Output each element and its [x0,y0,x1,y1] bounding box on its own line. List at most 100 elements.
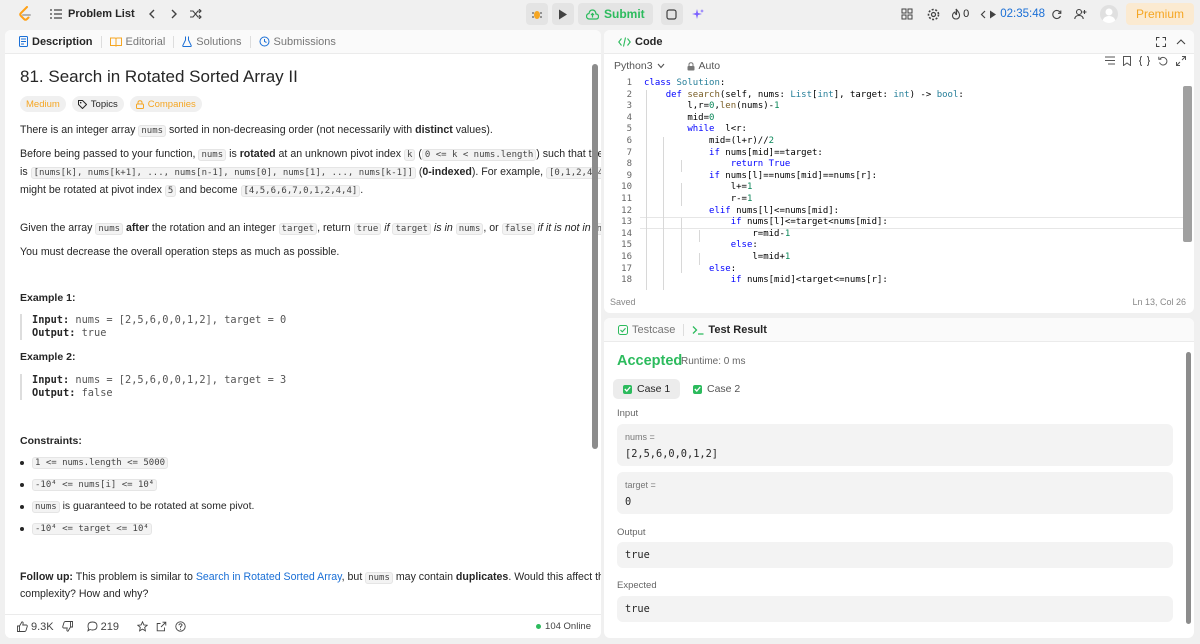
code-line: r=mid-1 [644,228,791,239]
code-line: l=mid+1 [644,252,791,262]
notes-icon[interactable] [660,3,683,25]
result-status: Accepted [617,353,683,369]
line-number: 10 [621,182,632,193]
line-number: 16 [621,252,632,262]
format-icon[interactable] [1105,56,1115,66]
line-number: 15 [621,240,632,251]
tab-test-result[interactable]: Test Result [686,318,772,342]
streak-counter[interactable]: 0 [948,8,972,20]
vertical-scrollbar[interactable] [1183,86,1192,242]
avatar[interactable] [1099,5,1118,23]
case-2-tab[interactable]: Case 2 [683,379,750,399]
help-icon[interactable] [175,621,186,632]
submit-button[interactable]: Submit [578,3,653,25]
code-line: else: [730,240,758,251]
leetcode-logo-icon[interactable] [14,3,36,25]
topics-tag[interactable]: Topics [71,96,124,112]
braces-icon[interactable] [1139,56,1150,66]
timer[interactable]: 02:35:48 [976,3,1066,25]
prev-problem-icon[interactable] [141,3,163,25]
ai-sparkle-icon[interactable] [687,3,709,25]
paragraph-4: You must decrease the overall operation … [20,246,340,258]
comment-icon [86,621,98,632]
example-2-title: Example 2: [20,351,76,363]
code-editor[interactable]: 1 class Solution: 2 def search(self, nums:… [604,78,1190,313]
check-icon [623,384,632,394]
runtime: Runtime: 0 ms [681,356,746,367]
similar-problem-link[interactable]: Search in Rotated Sorted Array [196,571,342,583]
online-count: 104 Online [536,621,591,632]
thumbs-up-icon [17,621,28,632]
reset-icon[interactable] [1051,9,1062,20]
code-line: return True [730,159,791,170]
thumbs-down-icon[interactable] [61,621,73,632]
description-footer: 9.3K 219 104 Online [5,614,601,638]
example-2-block: Input: nums = [2,5,6,0,0,1,2], target = … [20,374,580,400]
chevron-left-icon[interactable] [980,10,986,19]
tab-testcase[interactable]: Testcase [612,318,681,342]
add-user-icon[interactable] [1070,3,1092,25]
code-tabs: Code [604,30,1194,54]
code-line: elif nums[l]<=nums[mid]: [709,205,840,216]
input-label: Input [617,408,639,419]
layout-icon[interactable] [896,3,918,25]
premium-button[interactable]: Premium [1125,3,1194,25]
line-number: 4 [626,112,632,123]
output-box: true [617,542,1173,568]
description-scrollbar[interactable] [592,64,598,449]
auto-mode[interactable]: Auto [687,60,720,72]
run-button[interactable] [552,3,574,25]
shuffle-icon[interactable] [185,3,207,25]
comments-button[interactable]: 219 [86,621,119,633]
result-body: Accepted Runtime: 0 ms Case 1 Case 2 Inp… [613,342,1187,632]
line-number: 7 [626,147,632,158]
example-1-block: Input: nums = [2,5,6,0,0,1,2], target = … [20,314,580,340]
tab-description[interactable]: Description [13,30,99,54]
line-number: 8 [626,159,632,170]
tab-editorial[interactable]: Editorial [104,30,172,54]
undo-icon[interactable] [1158,56,1168,66]
description-icon [19,36,28,47]
follow-up: Follow up: This problem is similar to Se… [20,571,601,600]
line-number: 9 [626,170,632,181]
collapse-icon[interactable] [1176,37,1186,47]
companies-tag[interactable]: Companies [129,96,202,112]
chevron-down-icon [657,63,665,69]
fullscreen-icon[interactable] [1156,36,1166,47]
paragraph-1: There is an integer array nums sorted in… [20,124,493,137]
code-brackets-icon [618,36,631,47]
star-icon[interactable] [137,621,148,632]
constraint-4: -10⁴ <= target <= 10⁴ [20,523,152,535]
line-number: 6 [626,136,632,146]
line-number: 11 [621,194,632,204]
code-line: if nums[mid]==target: [709,147,823,158]
settings-gear-icon[interactable] [922,3,944,25]
play-icon[interactable] [989,10,997,19]
tab-solutions[interactable]: Solutions [176,30,247,54]
debug-icon[interactable] [526,3,548,25]
code-line: l,r=0,len(nums)-1 [644,101,780,112]
problem-list-icon[interactable] [48,6,64,22]
book-icon [109,37,122,47]
cloud-upload-icon [586,8,599,20]
share-icon[interactable] [156,621,167,632]
expand-icon[interactable] [1176,56,1186,66]
case-1-tab[interactable]: Case 1 [613,379,681,399]
tab-submissions[interactable]: Submissions [253,30,342,54]
next-problem-icon[interactable] [163,3,185,25]
like-button[interactable]: 9.3K [17,621,54,633]
code-line: r-=1 [644,194,753,204]
result-scrollbar[interactable] [1186,352,1191,624]
output-label: Output [617,527,646,538]
line-number: 1 [626,78,632,88]
language-select[interactable]: Python3 [614,60,665,72]
line-number: 14 [621,228,632,239]
paragraph-3: Given the array nums after the rotation … [20,220,601,237]
code-line: if nums[l]<=target<nums[mid]: [730,217,888,228]
checkbox-icon [618,324,628,335]
problem-list-link[interactable]: Problem List [68,8,135,20]
tab-code[interactable]: Code [612,30,669,54]
bookmark-icon[interactable] [1123,56,1131,66]
result-panel: Testcase Test Result Accepted Runtime: 0… [604,318,1194,638]
line-number: 17 [621,263,632,274]
